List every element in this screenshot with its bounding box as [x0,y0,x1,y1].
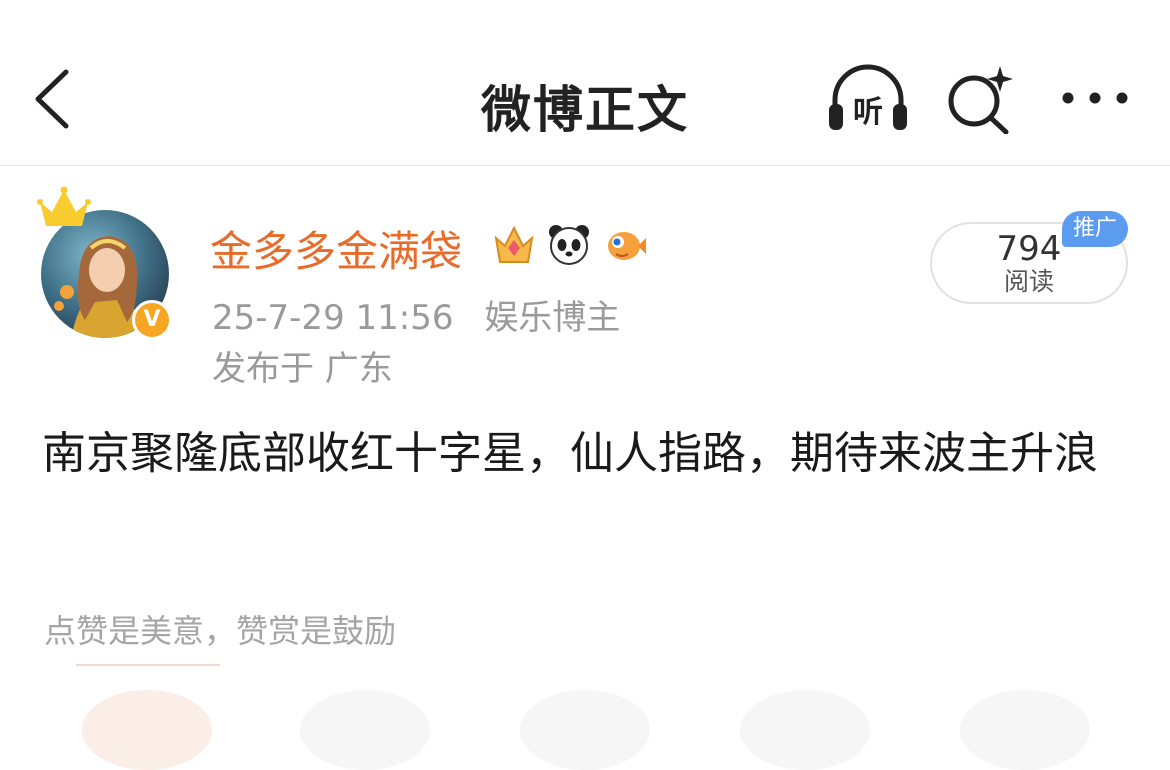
author-badges [492,222,652,268]
reward-option[interactable] [82,690,212,770]
headphones-listen-icon[interactable]: 听 [823,64,913,134]
search-sparkle-icon[interactable] [944,64,1020,135]
author-category: 娱乐博主 [484,298,621,338]
reward-options-row [0,690,1170,770]
reward-prompt: 点赞是美意，赞赏是鼓励 [44,612,397,650]
post-time: 25-7-29 11:56 [212,298,454,338]
author-avatar-group: V [36,184,176,344]
read-label: 阅读 [1003,267,1054,296]
reward-option[interactable] [740,690,870,770]
divider [76,664,220,666]
post-meta: 25-7-29 11:56 娱乐博主 [212,290,640,339]
crown-badge-icon[interactable] [492,222,536,266]
listen-label: 听 [853,95,883,130]
reward-option[interactable] [520,690,650,770]
panda-badge-icon[interactable] [547,222,591,266]
reward-option[interactable] [960,690,1090,770]
crown-icon [36,184,92,232]
promote-tag[interactable]: 推广 [1062,211,1128,247]
verified-badge: V [132,300,172,340]
more-horizontal-icon[interactable] [1058,80,1132,116]
author-name[interactable]: 金多多金满袋 [210,218,462,279]
reward-option[interactable] [300,690,430,770]
post-location: 发布于 广东 [212,349,393,389]
pufferfish-badge-icon[interactable] [602,222,647,266]
post-content: 南京聚隆底部收红十字星，仙人指路，期待来波主升浪 [42,428,1098,479]
